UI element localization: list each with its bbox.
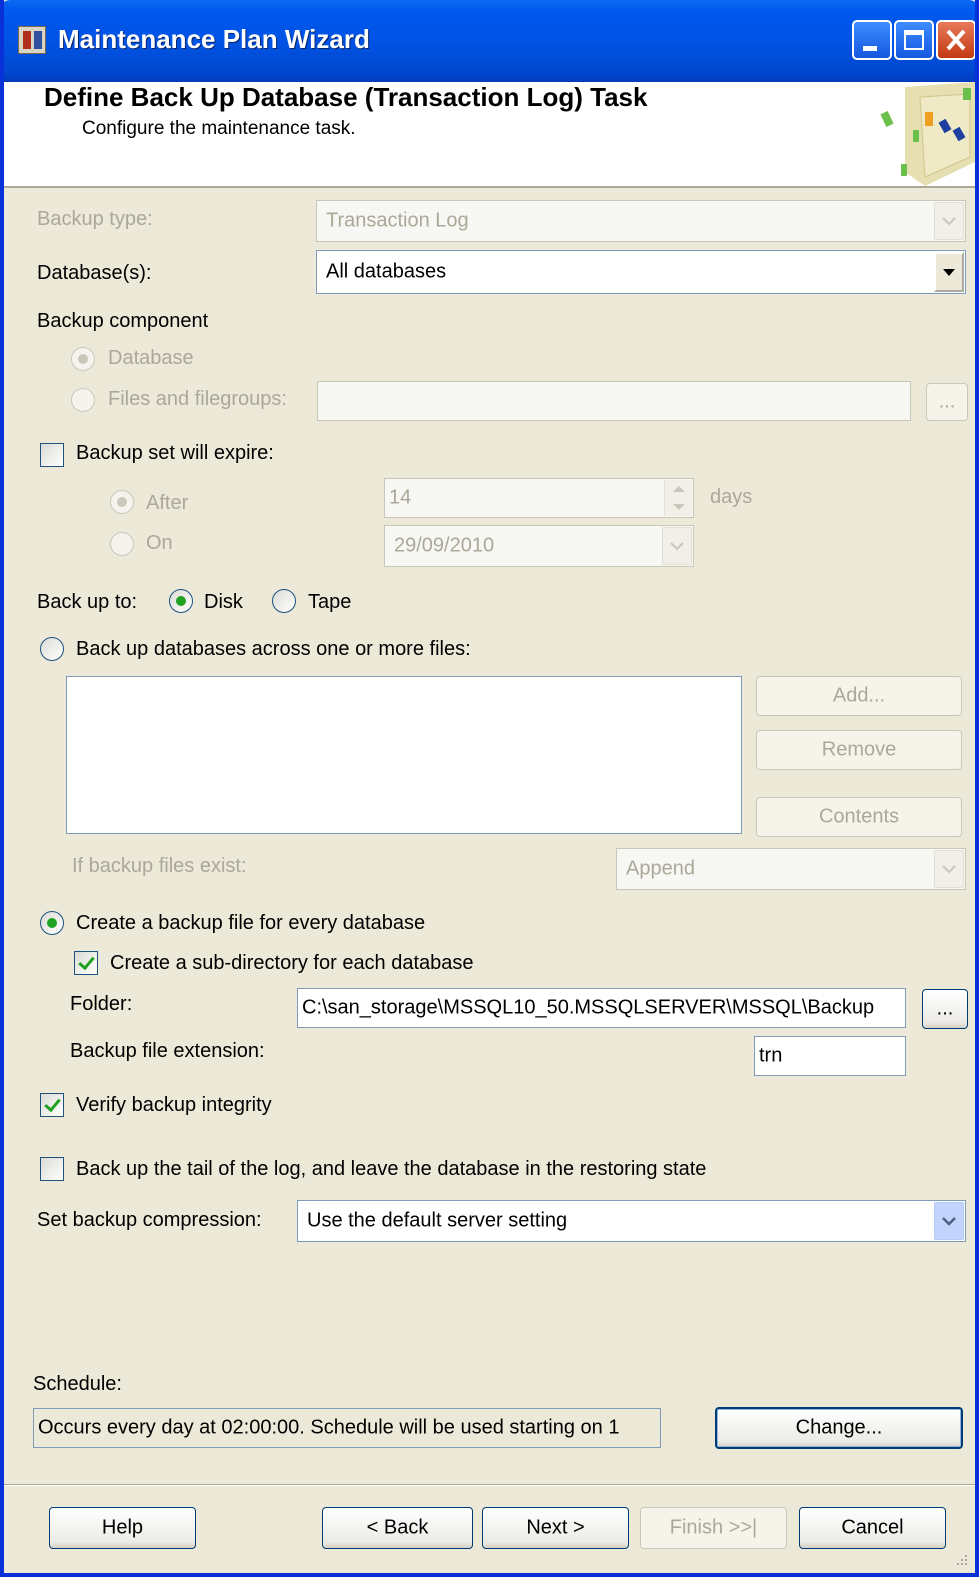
- chevron-down-icon: [662, 527, 692, 565]
- chevron-down-icon: [934, 1202, 964, 1240]
- component-files-label: Files and filegroups:: [108, 388, 287, 410]
- maximize-icon: [904, 30, 924, 50]
- app-icon: [18, 26, 46, 54]
- schedule-field: Occurs every day at 02:00:00. Schedule w…: [33, 1408, 661, 1448]
- window-title: Maintenance Plan Wizard: [58, 24, 370, 54]
- verify-checkbox[interactable]: [40, 1093, 64, 1117]
- chevron-down-icon: [934, 202, 964, 240]
- filegroups-browse-button: ...: [926, 383, 968, 421]
- minimize-button[interactable]: [852, 20, 892, 60]
- tail-checkbox[interactable]: [40, 1157, 64, 1181]
- verify-label: Verify backup integrity: [76, 1094, 272, 1116]
- folder-field[interactable]: C:\san_storage\MSSQL10_50.MSSQLSERVER\MS…: [297, 988, 906, 1028]
- if-exist-label: If backup files exist:: [72, 855, 247, 877]
- minimize-icon: [863, 46, 877, 51]
- folder-label: Folder:: [70, 993, 133, 1015]
- schedule-label: Schedule:: [33, 1373, 122, 1395]
- maximize-button[interactable]: [894, 20, 934, 60]
- help-button[interactable]: Help: [49, 1507, 196, 1549]
- chevron-down-icon: [934, 850, 964, 888]
- backup-type-value: Transaction Log: [326, 209, 469, 232]
- resize-grip-icon[interactable]: [955, 1553, 969, 1567]
- component-database-label: Database: [108, 347, 194, 369]
- expire-date-picker: 29/09/2010: [384, 525, 694, 567]
- backup-to-tape-label: Tape: [308, 591, 352, 613]
- expire-days-spinner: 14: [384, 478, 694, 518]
- backup-to-disk-radio[interactable]: [169, 589, 193, 613]
- databases-value: All databases: [326, 260, 447, 283]
- backup-to-disk-label: Disk: [204, 591, 243, 613]
- compression-label: Set backup compression:: [37, 1209, 262, 1231]
- backup-files-list[interactable]: [66, 676, 742, 834]
- footer-divider: [4, 1484, 975, 1486]
- subdir-label: Create a sub-directory for each database: [110, 952, 474, 974]
- backup-component-label: Backup component: [37, 310, 209, 332]
- wizard-header: Define Back Up Database (Transaction Log…: [4, 82, 975, 188]
- across-files-label: Back up databases across one or more fil…: [76, 638, 471, 660]
- wizard-window: Maintenance Plan Wizard Define Back Up D…: [0, 0, 979, 1577]
- close-icon: [946, 29, 966, 51]
- filegroups-field: [317, 381, 911, 421]
- close-button[interactable]: [936, 20, 975, 60]
- subdir-checkbox[interactable]: [74, 951, 98, 975]
- expire-after-radio: [110, 490, 134, 514]
- dropdown-arrow-icon: [934, 252, 964, 292]
- backup-to-tape-radio[interactable]: [272, 589, 296, 613]
- expire-checkbox[interactable]: [40, 443, 64, 467]
- folder-browse-button[interactable]: ...: [922, 989, 968, 1029]
- backup-to-label: Back up to:: [37, 591, 138, 613]
- extension-field[interactable]: trn: [754, 1036, 906, 1076]
- add-button: Add...: [756, 676, 962, 716]
- expire-label: Backup set will expire:: [76, 442, 274, 464]
- change-schedule-button[interactable]: Change...: [715, 1407, 963, 1449]
- backup-type-label: Backup type:: [37, 208, 153, 230]
- component-files-radio: [71, 388, 95, 412]
- component-database-radio: [71, 347, 95, 371]
- databases-label: Database(s):: [37, 262, 152, 284]
- compression-select[interactable]: Use the default server setting: [297, 1200, 966, 1242]
- expire-after-label: After: [146, 492, 189, 514]
- expire-days-unit: days: [710, 486, 753, 508]
- expire-on-radio: [110, 532, 134, 556]
- databases-select[interactable]: All databases: [316, 250, 966, 294]
- page-title: Define Back Up Database (Transaction Log…: [44, 82, 648, 112]
- extension-label: Backup file extension:: [70, 1040, 265, 1062]
- backup-type-select: Transaction Log: [316, 200, 966, 242]
- tail-label: Back up the tail of the log, and leave t…: [76, 1158, 707, 1180]
- per-db-label: Create a backup file for every database: [76, 912, 426, 934]
- per-db-radio[interactable]: [40, 911, 64, 935]
- next-button[interactable]: Next >: [482, 1507, 629, 1549]
- cancel-button[interactable]: Cancel: [799, 1507, 946, 1549]
- back-button[interactable]: < Back: [322, 1507, 473, 1549]
- wizard-banner-icon: [880, 82, 975, 186]
- contents-button: Contents: [756, 797, 962, 837]
- finish-button: Finish >>|: [640, 1507, 787, 1549]
- spinner-arrows-icon: [664, 480, 692, 516]
- remove-button: Remove: [756, 730, 962, 770]
- if-exist-select: Append: [616, 848, 966, 890]
- title-bar[interactable]: Maintenance Plan Wizard: [4, 0, 975, 82]
- across-files-radio[interactable]: [40, 637, 64, 661]
- expire-on-label: On: [146, 532, 173, 554]
- page-subtitle: Configure the maintenance task.: [82, 118, 356, 139]
